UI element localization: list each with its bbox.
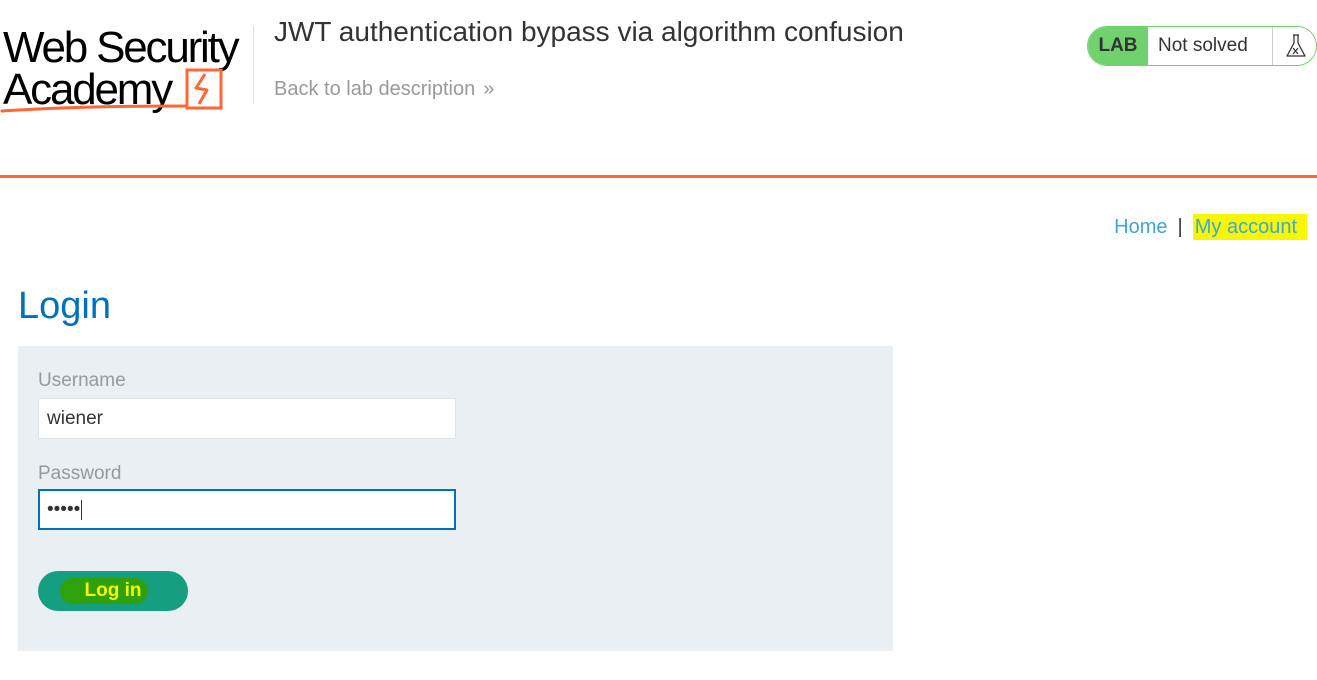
text-caret	[81, 499, 83, 520]
login-button-label: Log in	[84, 580, 142, 601]
login-button[interactable]: Log in	[38, 571, 188, 611]
web-security-academy-logo[interactable]: Web Security Academy	[0, 22, 250, 118]
lab-title: JWT authentication bypass via algorithm …	[274, 16, 904, 47]
page-title: Login	[18, 285, 111, 327]
top-nav: Home | My account	[1114, 214, 1307, 240]
nav-my-account-link[interactable]: My account	[1192, 214, 1307, 240]
header-orange-rule	[0, 175, 1317, 178]
back-to-lab-description-link[interactable]: Back to lab description »	[274, 78, 494, 101]
double-chevron-right-icon: »	[483, 78, 495, 100]
lab-status-widget: LAB Not solved	[1087, 26, 1317, 66]
lab-status-text: Not solved	[1158, 35, 1248, 56]
password-label: Password	[38, 463, 122, 484]
logo-bolt-icon	[0, 68, 223, 113]
flask-icon	[1272, 27, 1316, 65]
password-value: •••••	[47, 499, 81, 520]
username-label: Username	[38, 370, 126, 391]
site-header: Web Security Academy JWT authentication …	[0, 0, 1317, 177]
username-value: wiener	[47, 408, 103, 429]
header-divider	[253, 26, 254, 104]
password-input[interactable]: •••••	[38, 489, 456, 530]
nav-home-link[interactable]: Home	[1114, 216, 1167, 238]
back-link-label: Back to lab description	[274, 78, 476, 100]
lab-badge: LAB	[1088, 27, 1148, 65]
username-input[interactable]: wiener	[38, 398, 456, 439]
nav-separator: |	[1177, 216, 1183, 238]
